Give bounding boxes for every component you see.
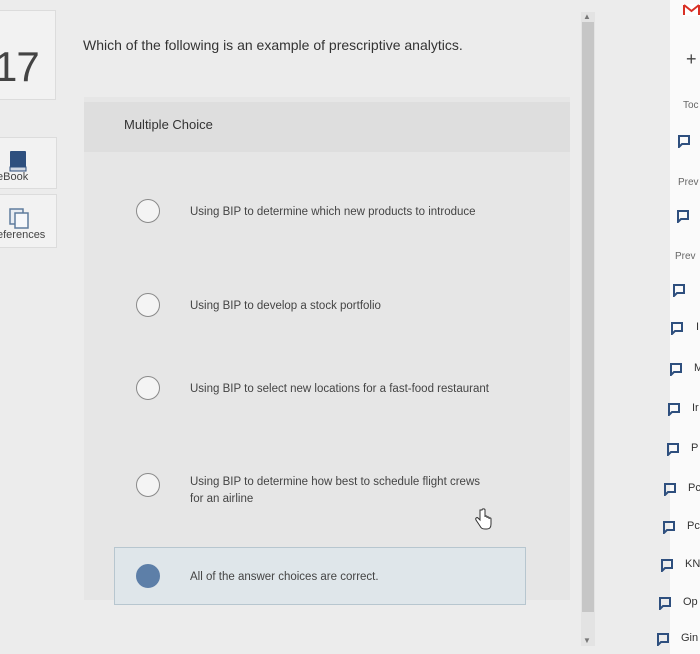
bookmark-icon (668, 403, 680, 416)
choice-text: All of the answer choices are correct. (190, 571, 379, 583)
bookmark-item[interactable] (677, 132, 700, 152)
radio-button-selected[interactable] (136, 564, 160, 588)
choice-panel (84, 97, 570, 600)
bookmark-item[interactable]: Ir (667, 400, 700, 420)
bookmark-icon (670, 363, 682, 376)
question-prompt: Which of the following is an example of … (83, 37, 463, 53)
answer-choice-4[interactable]: Using BIP to determine how best to sched… (114, 464, 526, 512)
bookmark-icon (657, 633, 669, 646)
bookmark-item[interactable]: M (669, 360, 700, 380)
radio-button[interactable] (136, 199, 160, 223)
choice-text: Using BIP to determine how best to sched… (190, 476, 480, 505)
answer-choice-1[interactable]: Using BIP to determine which new product… (114, 188, 526, 242)
bookmark-icon (659, 597, 671, 610)
prev-label: Prev (675, 251, 696, 262)
bookmark-icon (663, 521, 675, 534)
radio-button[interactable] (136, 293, 160, 317)
scrollbar-thumb[interactable] (582, 22, 594, 612)
question-number: 17 (0, 43, 40, 90)
bookmark-item[interactable]: KN (660, 556, 700, 576)
bookmark-item[interactable]: Pc (663, 480, 700, 500)
references-icon (9, 208, 29, 229)
answer-choice-5[interactable]: All of the answer choices are correct. (114, 547, 526, 605)
scroll-up-icon[interactable]: ▲ (583, 12, 591, 21)
bookmark-icon (661, 559, 673, 572)
add-button[interactable]: + (686, 49, 697, 70)
bookmark-item[interactable] (676, 207, 700, 227)
bookmark-icon (667, 443, 679, 456)
choice-text: Using BIP to determine which new product… (190, 206, 476, 218)
hand-cursor-icon (475, 508, 492, 530)
ebook-button[interactable]: eBook (0, 137, 57, 189)
book-icon (9, 151, 27, 172)
prev-label: Prev (678, 177, 699, 188)
bookmark-item[interactable]: P (666, 440, 700, 460)
choice-type-label: Multiple Choice (124, 117, 213, 132)
bookmark-icon (677, 210, 689, 223)
bookmark-icon (678, 135, 690, 148)
bookmark-icon (673, 284, 685, 297)
bookmark-icon (664, 483, 676, 496)
choice-text: Using BIP to select new locations for a … (190, 383, 489, 395)
bookmark-item[interactable]: Op (658, 594, 700, 614)
ebook-label: eBook (0, 171, 29, 183)
bookmark-item[interactable] (672, 281, 700, 301)
question-number-box: 17 (0, 10, 56, 100)
references-label: eferences (0, 229, 46, 241)
references-button[interactable]: eferences (0, 194, 57, 248)
toc-label: Toc (683, 100, 699, 111)
choice-text: Using BIP to develop a stock portfolio (190, 300, 381, 312)
radio-button[interactable] (136, 473, 160, 497)
scroll-down-icon[interactable]: ▼ (583, 636, 591, 645)
answer-choice-2[interactable]: Using BIP to develop a stock portfolio (114, 288, 526, 326)
bookmark-item[interactable]: Pc (662, 518, 700, 538)
answer-choice-3[interactable]: Using BIP to select new locations for a … (114, 370, 526, 418)
bookmark-item[interactable]: I (670, 319, 700, 339)
gmail-icon[interactable] (683, 4, 700, 16)
bookmark-item[interactable]: Gin (656, 630, 700, 650)
radio-button[interactable] (136, 376, 160, 400)
